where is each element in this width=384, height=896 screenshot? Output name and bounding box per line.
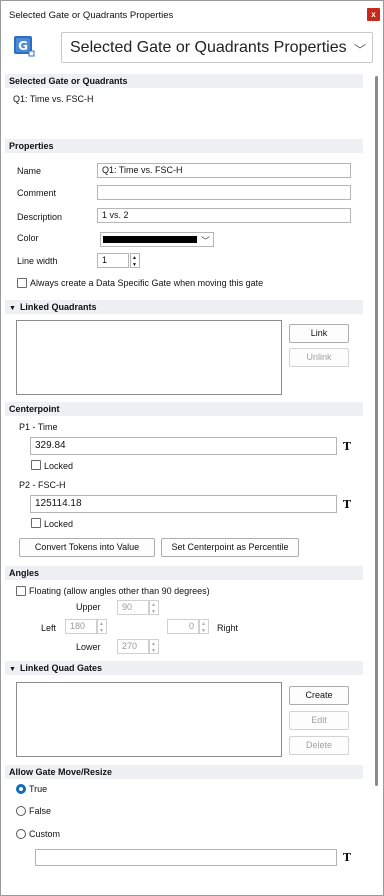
- left-label: Left: [41, 623, 57, 633]
- always-create-label: Always create a Data Specific Gate when …: [30, 278, 264, 288]
- svg-text:G: G: [18, 39, 28, 53]
- custom-radio[interactable]: [16, 829, 26, 839]
- section-linked-quad-gates[interactable]: ▼ Linked Quad Gates: [5, 661, 363, 675]
- false-radio[interactable]: [16, 806, 26, 816]
- color-picker[interactable]: ﹀: [100, 232, 214, 247]
- left-field[interactable]: 180: [65, 619, 97, 634]
- upper-spinner[interactable]: ▲ ▼: [149, 600, 159, 615]
- token-icon[interactable]: T: [340, 850, 354, 865]
- right-label: Right: [217, 623, 239, 633]
- p2-label: P2 - FSC-H: [19, 480, 66, 490]
- chevron-down-icon: ﹀: [353, 43, 366, 57]
- upper-label: Upper: [76, 602, 101, 612]
- color-label: Color: [17, 233, 39, 243]
- true-label: True: [29, 784, 48, 794]
- gate-icon: G: [13, 35, 35, 57]
- link-button[interactable]: Link: [289, 324, 349, 343]
- p2-field[interactable]: 125114.18: [30, 495, 337, 513]
- custom-label: Custom: [29, 829, 61, 839]
- p2-locked-label: Locked: [44, 519, 74, 529]
- p1-locked-label: Locked: [44, 461, 74, 471]
- lower-field[interactable]: 270: [117, 639, 149, 654]
- linked-quad-gates-list[interactable]: [16, 682, 282, 757]
- description-label: Description: [17, 212, 63, 222]
- right-spinner[interactable]: ▲ ▼: [199, 619, 209, 634]
- section-centerpoint: Centerpoint: [5, 402, 363, 416]
- linewidth-label: Line width: [17, 256, 58, 266]
- p1-field[interactable]: 329.84: [30, 437, 337, 455]
- title-bar: Selected Gate or Quadrants Properties x: [1, 1, 383, 27]
- object-select-value: Selected Gate or Quadrants Properties: [70, 39, 347, 56]
- properties-window: Selected Gate or Quadrants Properties x …: [0, 0, 384, 896]
- upper-field[interactable]: 90: [117, 600, 149, 615]
- selected-value: Q1: Time vs. FSC-H: [13, 94, 94, 104]
- token-icon[interactable]: T: [340, 439, 354, 454]
- delete-button[interactable]: Delete: [289, 736, 349, 755]
- floating-label: Floating (allow angles other than 90 deg…: [29, 586, 210, 596]
- token-icon[interactable]: T: [340, 497, 354, 512]
- set-percentile-button[interactable]: Set Centerpoint as Percentile: [161, 538, 299, 557]
- scrollbar-thumb[interactable]: [375, 76, 378, 786]
- close-button[interactable]: x: [367, 8, 380, 21]
- custom-field[interactable]: [35, 849, 337, 866]
- section-selected: Selected Gate or Quadrants: [5, 74, 363, 88]
- name-label: Name: [17, 166, 42, 176]
- window-title: Selected Gate or Quadrants Properties: [9, 10, 174, 21]
- linewidth-spinner[interactable]: ▲ ▼: [130, 253, 140, 268]
- chevron-down-icon: ﹀: [200, 236, 210, 246]
- p1-label: P1 - Time: [19, 422, 58, 432]
- description-field[interactable]: 1 vs. 2: [97, 208, 351, 223]
- comment-label: Comment: [17, 188, 57, 198]
- section-angles: Angles: [5, 566, 363, 580]
- right-field[interactable]: 0: [167, 619, 199, 634]
- edit-button[interactable]: Edit: [289, 711, 349, 730]
- p1-locked-checkbox[interactable]: [31, 460, 41, 470]
- p2-locked-checkbox[interactable]: [31, 518, 41, 528]
- left-spinner[interactable]: ▲ ▼: [97, 619, 107, 634]
- floating-checkbox[interactable]: [16, 586, 26, 596]
- name-field[interactable]: Q1: Time vs. FSC-H: [97, 163, 351, 178]
- comment-field[interactable]: [97, 185, 351, 200]
- linked-quadrants-list[interactable]: [16, 320, 282, 395]
- lower-spinner[interactable]: ▲ ▼: [149, 639, 159, 654]
- section-linked-quadrants[interactable]: ▼ Linked Quadrants: [5, 300, 363, 314]
- always-create-checkbox[interactable]: [17, 278, 27, 288]
- convert-tokens-button[interactable]: Convert Tokens into Value: [19, 538, 155, 557]
- triangle-down-icon: ▼: [9, 666, 16, 673]
- color-swatch-fill: [103, 236, 197, 243]
- triangle-down-icon: ▼: [9, 305, 16, 312]
- false-label: False: [29, 806, 52, 816]
- true-radio[interactable]: [16, 784, 26, 794]
- lower-label: Lower: [76, 642, 101, 652]
- vertical-scrollbar[interactable]: [373, 71, 381, 893]
- section-allow-move: Allow Gate Move/Resize: [5, 765, 363, 779]
- properties-panel: Selected Gate or Quadrants Q1: Time vs. …: [1, 71, 371, 893]
- object-select[interactable]: Selected Gate or Quadrants Properties ﹀: [61, 32, 373, 63]
- section-properties: Properties: [5, 139, 363, 153]
- unlink-button[interactable]: Unlink: [289, 348, 349, 367]
- create-button[interactable]: Create: [289, 686, 349, 705]
- linewidth-field[interactable]: 1: [97, 253, 129, 268]
